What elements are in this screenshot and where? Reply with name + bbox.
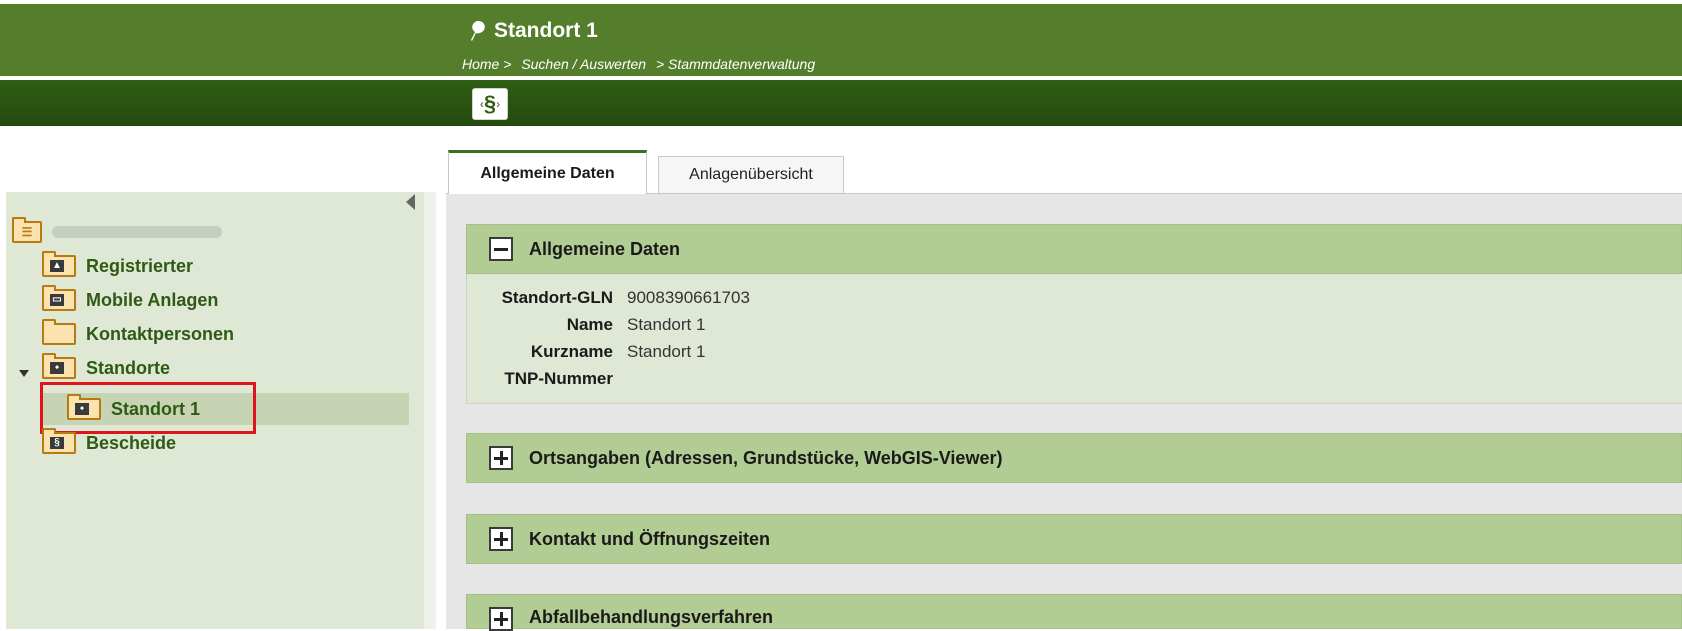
field-kurzname: Kurzname Standort 1 — [467, 342, 706, 362]
legal-paragraph-button[interactable]: ‹ § › — [472, 88, 508, 120]
expand-plus-icon[interactable] — [489, 527, 513, 551]
truck-folder-icon: ▭ — [42, 285, 76, 311]
sidebar-item-label: Registrierter — [86, 255, 194, 276]
field-value: Standort 1 — [627, 342, 706, 361]
sidebar-item-label: Mobile Anlagen — [86, 289, 219, 310]
panel-header-allgemeine[interactable]: Allgemeine Daten — [466, 224, 1682, 274]
field-value: 9008390661703 — [627, 288, 750, 307]
page-title: Standort 1 — [494, 19, 598, 42]
field-tnp-nummer: TNP-Nummer — [467, 369, 627, 389]
sidebar-item-label: Bescheide — [86, 432, 177, 453]
panel-header-ortsangaben[interactable]: Ortsangaben (Adressen, Grundstücke, WebG… — [466, 433, 1682, 483]
panel-title: Kontakt und Öffnungszeiten — [529, 528, 770, 549]
tab-anlagenuebersicht[interactable]: Anlagenübersicht — [658, 156, 844, 193]
expand-plus-icon[interactable] — [489, 607, 513, 631]
sidebar-splitter[interactable] — [424, 192, 436, 629]
pin-folder-icon: ⬩ — [42, 353, 76, 379]
sidebar-item-bescheide[interactable]: § Bescheide — [42, 428, 176, 458]
field-label: TNP-Nummer — [504, 369, 613, 388]
sidebar-item-kontaktpersonen[interactable]: Kontaktpersonen — [42, 319, 234, 349]
redacted-root-label — [52, 226, 222, 238]
panel-title: Abfallbehandlungsverfahren — [529, 607, 774, 627]
sidebar-item-registrierter[interactable]: ▲ Registrierter — [42, 251, 193, 281]
sidebar-item-label: Standorte — [86, 357, 171, 378]
toolbar — [0, 80, 1682, 126]
field-standort-gln: Standort-GLN 9008390661703 — [467, 288, 750, 308]
document-folder-icon: ☰ — [12, 217, 42, 243]
annotation-highlight-box — [40, 382, 256, 434]
panel-header-abfall[interactable]: Abfallbehandlungsverfahren — [466, 594, 1682, 631]
tree-item-root[interactable]: ☰ — [12, 217, 222, 247]
paragraph-folder-icon: § — [42, 428, 76, 454]
panel-body-allgemeine: Standort-GLN 9008390661703 Name Standort… — [466, 274, 1682, 404]
breadcrumb-home[interactable]: Home > — [462, 56, 511, 72]
collapse-minus-icon[interactable] — [489, 237, 513, 261]
field-label: Kurzname — [530, 342, 613, 361]
sidebar-item-mobile-anlagen[interactable]: ▭ Mobile Anlagen — [42, 285, 218, 315]
expand-arrow-icon[interactable] — [19, 370, 29, 377]
paragraph-icon: § — [483, 91, 497, 116]
collapse-sidebar-icon[interactable] — [406, 194, 415, 210]
folder-icon — [42, 319, 76, 345]
app-header — [0, 4, 1682, 76]
breadcrumb-search[interactable]: Suchen / Auswerten — [521, 56, 646, 72]
panel-title: Allgemeine Daten — [529, 238, 681, 259]
expand-plus-icon[interactable] — [489, 446, 513, 470]
field-value: Standort 1 — [627, 315, 706, 334]
panel-title: Ortsangaben (Adressen, Grundstücke, WebG… — [529, 447, 1003, 468]
sidebar-item-standorte[interactable]: ⬩ Standorte — [42, 353, 170, 383]
person-folder-icon: ▲ — [42, 251, 76, 277]
sidebar-item-label: Kontaktpersonen — [86, 323, 235, 344]
location-pin-icon — [471, 21, 485, 41]
field-name: Name Standort 1 — [467, 315, 706, 335]
arrow-right-icon: › — [496, 97, 501, 111]
breadcrumb-stammdaten[interactable]: > Stammdatenverwaltung — [656, 56, 815, 72]
tab-allgemeine-daten[interactable]: Allgemeine Daten — [448, 150, 647, 194]
field-label: Name — [566, 315, 613, 334]
breadcrumb: Home > Suchen / Auswerten > Stammdatenve… — [462, 56, 821, 72]
field-label: Standort-GLN — [501, 288, 613, 307]
panel-header-kontakt[interactable]: Kontakt und Öffnungszeiten — [466, 514, 1682, 564]
